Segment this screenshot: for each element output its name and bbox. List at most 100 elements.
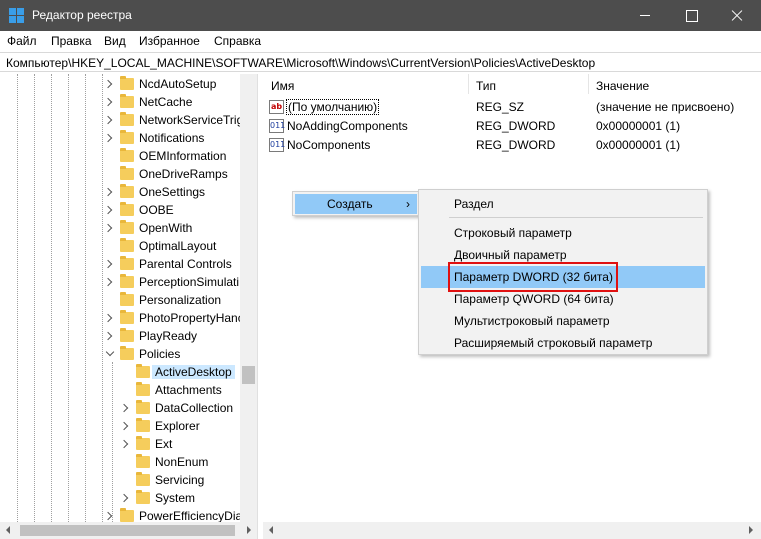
column-separator[interactable] bbox=[468, 74, 469, 94]
tree-node[interactable]: OptimalLayout bbox=[0, 237, 240, 255]
menu-view[interactable]: Вид bbox=[104, 34, 126, 48]
tree-node[interactable]: NetworkServiceTrig bbox=[0, 111, 243, 129]
maximize-button[interactable] bbox=[668, 0, 714, 31]
tree-scroll-thumb[interactable] bbox=[242, 366, 255, 384]
tree-node[interactable]: OneSettings bbox=[0, 183, 240, 201]
column-header-type[interactable]: Тип bbox=[476, 79, 496, 93]
submenu-item-string-value[interactable]: Строковый параметр bbox=[421, 222, 705, 244]
chevron-right-icon[interactable] bbox=[119, 421, 129, 431]
tree-node[interactable]: PhotoPropertyHanc bbox=[0, 309, 244, 327]
tree-node[interactable]: Servicing bbox=[0, 471, 240, 489]
chevron-down-icon[interactable] bbox=[105, 347, 115, 357]
tree-node-label: PhotoPropertyHanc bbox=[139, 311, 244, 325]
scroll-right-icon[interactable] bbox=[749, 526, 753, 534]
tree-node[interactable]: NonEnum bbox=[0, 453, 240, 471]
scroll-right-icon[interactable] bbox=[247, 526, 251, 534]
title-bar[interactable]: Редактор реестра bbox=[0, 0, 761, 31]
registry-value-row[interactable]: 011 NoAddingComponents REG_DWORD 0x00000… bbox=[263, 117, 761, 136]
submenu-item-multistring-value[interactable]: Мультистроковый параметр bbox=[421, 310, 705, 332]
tree-node[interactable]: OOBE bbox=[0, 201, 240, 219]
submenu-separator bbox=[449, 217, 703, 218]
tree-node[interactable]: NetCache bbox=[0, 93, 240, 111]
tree-node-label: Attachments bbox=[155, 383, 222, 397]
tree-node[interactable]: DataCollection bbox=[0, 399, 240, 417]
tree-node[interactable]: Notifications bbox=[0, 129, 240, 147]
tree-hscroll-thumb[interactable] bbox=[20, 525, 235, 536]
folder-icon bbox=[120, 292, 134, 306]
menu-edit[interactable]: Правка bbox=[51, 34, 92, 48]
tree-node[interactable]: Attachments bbox=[0, 381, 240, 399]
chevron-right-icon[interactable] bbox=[103, 205, 113, 215]
column-header-value[interactable]: Значение bbox=[596, 79, 649, 93]
scroll-left-icon[interactable] bbox=[6, 526, 10, 534]
tree-node[interactable]: Parental Controls bbox=[0, 255, 240, 273]
tree-node[interactable]: System bbox=[0, 489, 240, 507]
chevron-right-icon[interactable] bbox=[103, 97, 113, 107]
column-header-name[interactable]: Имя bbox=[271, 79, 294, 93]
tree-node-label: Servicing bbox=[155, 473, 205, 487]
chevron-right-icon[interactable] bbox=[103, 259, 113, 269]
tree-node[interactable]: OEMInformation bbox=[0, 147, 240, 165]
submenu-item-key[interactable]: Раздел bbox=[421, 193, 705, 215]
key-tree[interactable]: NcdAutoSetup NetCache NetworkServiceTrig No… bbox=[0, 74, 258, 539]
chevron-right-icon[interactable] bbox=[119, 493, 129, 503]
menu-file[interactable]: Файл bbox=[7, 34, 37, 48]
folder-icon bbox=[120, 310, 134, 324]
tree-node[interactable]: Personalization bbox=[0, 291, 240, 309]
minimize-button[interactable] bbox=[622, 0, 668, 31]
tree-horizontal-scrollbar[interactable] bbox=[0, 522, 257, 539]
tree-node[interactable]: Policies bbox=[0, 345, 240, 363]
binary-value-icon: 011 bbox=[269, 138, 285, 152]
tree-node-label: PlayReady bbox=[139, 329, 198, 343]
chevron-right-icon[interactable] bbox=[103, 187, 113, 197]
value-data: 0x00000001 (1) bbox=[596, 138, 681, 152]
chevron-right-icon[interactable] bbox=[119, 403, 129, 413]
tree-node[interactable]: OneDriveRamps bbox=[0, 165, 240, 183]
tree-node[interactable]: OpenWith bbox=[0, 219, 240, 237]
value-name: NoAddingComponents bbox=[287, 119, 408, 133]
registry-value-row[interactable]: ab (По умолчанию) REG_SZ (значение не пр… bbox=[263, 98, 761, 117]
submenu-item-binary-value[interactable]: Двоичный параметр bbox=[421, 244, 705, 266]
submenu-item-expandable-string-value[interactable]: Расширяемый строковый параметр bbox=[421, 332, 705, 354]
submenu-item-dword-value[interactable]: Параметр DWORD (32 бита) bbox=[421, 266, 705, 288]
tree-node[interactable]: Explorer bbox=[0, 417, 240, 435]
chevron-right-icon[interactable] bbox=[103, 115, 113, 125]
chevron-right-icon[interactable] bbox=[103, 277, 113, 287]
tree-node[interactable]: PlayReady bbox=[0, 327, 240, 345]
tree-node[interactable]: Ext bbox=[0, 435, 240, 453]
chevron-right-icon[interactable] bbox=[103, 79, 113, 89]
menu-help[interactable]: Справка bbox=[214, 34, 261, 48]
folder-icon bbox=[120, 166, 134, 180]
close-button[interactable] bbox=[714, 0, 760, 31]
column-separator[interactable] bbox=[588, 74, 589, 94]
string-value-icon: ab bbox=[269, 100, 284, 114]
tree-node[interactable]: ActiveDesktop bbox=[0, 363, 240, 381]
chevron-right-icon[interactable] bbox=[103, 133, 113, 143]
menu-favorites[interactable]: Избранное bbox=[139, 34, 200, 48]
chevron-right-icon[interactable] bbox=[119, 439, 129, 449]
list-horizontal-scrollbar[interactable] bbox=[263, 522, 761, 539]
context-menu-create[interactable]: Создать › bbox=[295, 194, 417, 214]
folder-icon bbox=[120, 274, 134, 288]
tree-node[interactable]: NcdAutoSetup bbox=[0, 75, 240, 93]
folder-icon bbox=[136, 490, 150, 504]
tree-node-label: OptimalLayout bbox=[139, 239, 217, 253]
tree-node-label: DataCollection bbox=[155, 401, 234, 415]
chevron-right-icon[interactable] bbox=[103, 223, 113, 233]
address-path[interactable]: Компьютер\HKEY_LOCAL_MACHINE\SOFTWARE\Mi… bbox=[6, 56, 595, 70]
chevron-right-icon[interactable] bbox=[103, 331, 113, 341]
chevron-right-icon[interactable] bbox=[103, 511, 113, 521]
tree-node-label: OneSettings bbox=[139, 185, 206, 199]
value-type: REG_SZ bbox=[476, 100, 525, 114]
address-bar[interactable]: Компьютер\HKEY_LOCAL_MACHINE\SOFTWARE\Mi… bbox=[0, 52, 761, 72]
folder-icon bbox=[120, 94, 134, 108]
tree-node[interactable]: PerceptionSimulati bbox=[0, 273, 240, 291]
registry-value-row[interactable]: 011 NoComponents REG_DWORD 0x00000001 (1… bbox=[263, 136, 761, 155]
tree-vertical-scrollbar[interactable] bbox=[240, 74, 257, 522]
chevron-right-icon[interactable] bbox=[103, 313, 113, 323]
scroll-left-icon[interactable] bbox=[269, 526, 273, 534]
value-data: 0x00000001 (1) bbox=[596, 119, 681, 133]
context-menu: Создать › bbox=[292, 191, 420, 216]
submenu-item-qword-value[interactable]: Параметр QWORD (64 бита) bbox=[421, 288, 705, 310]
tree-node-label: Explorer bbox=[155, 419, 200, 433]
